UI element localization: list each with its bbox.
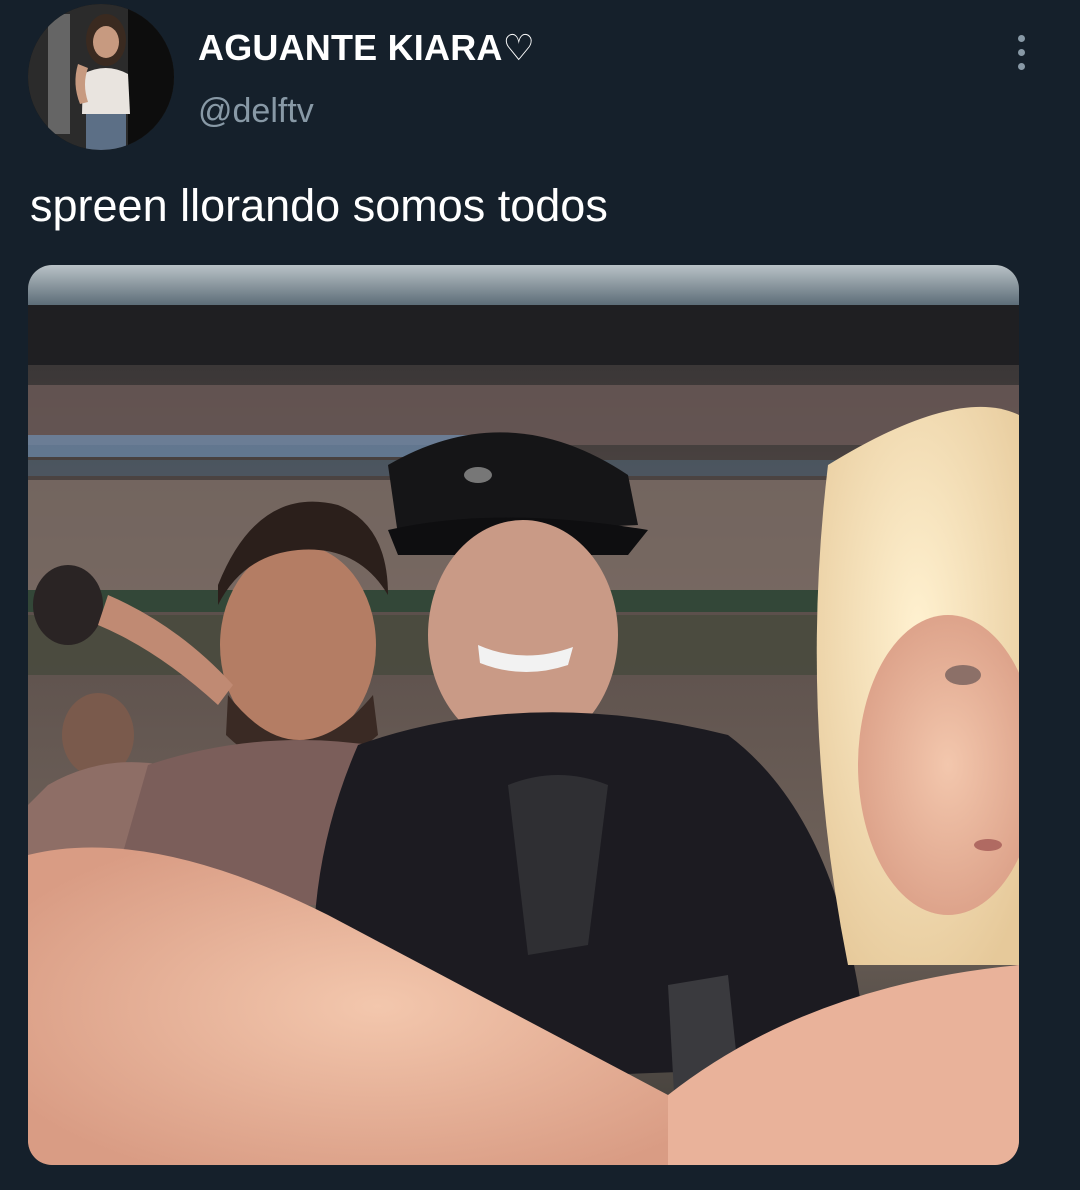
- avatar-image: [28, 4, 174, 150]
- more-options-icon: [1017, 34, 1025, 42]
- more-options-icon-dot: [1017, 48, 1025, 56]
- tweet-media-image[interactable]: [28, 265, 1019, 1165]
- tweet: AGUANTE KIARA♡ @delftv spreen llorando s…: [0, 0, 1080, 1190]
- stadium-photo: [28, 265, 1019, 1165]
- user-handle[interactable]: @delftv: [198, 90, 314, 132]
- display-name[interactable]: AGUANTE KIARA♡: [198, 26, 535, 70]
- avatar[interactable]: [28, 4, 174, 150]
- tweet-text: spreen llorando somos todos: [30, 180, 608, 231]
- more-options-icon-dot: [1017, 62, 1025, 70]
- more-options-button[interactable]: [1000, 28, 1042, 76]
